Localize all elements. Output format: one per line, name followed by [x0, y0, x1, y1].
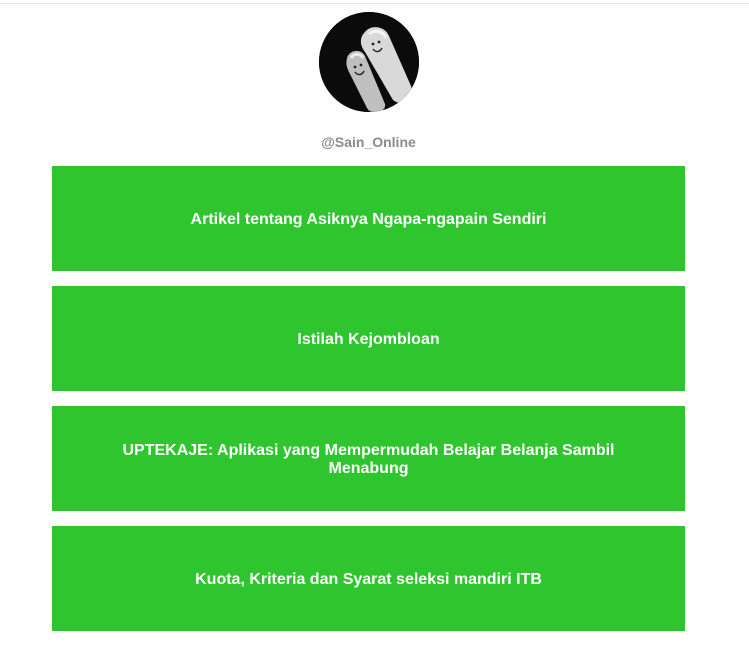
link-button-asiknya-sendiri[interactable]: Artikel tentang Asiknya Ngapa-ngapain Se…	[52, 166, 685, 271]
link-label: Kuota, Kriteria dan Syarat seleksi mandi…	[195, 570, 542, 588]
profile-username: @Sain_Online	[321, 134, 416, 150]
link-label: UPTEKAJE: Aplikasi yang Mempermudah Bela…	[122, 441, 615, 477]
link-button-uptekaje[interactable]: UPTEKAJE: Aplikasi yang Mempermudah Bela…	[52, 406, 685, 511]
avatar	[319, 12, 419, 112]
top-divider	[0, 3, 749, 4]
link-list: Artikel tentang Asiknya Ngapa-ngapain Se…	[52, 166, 685, 646]
link-button-seleksi-mandiri-itb[interactable]: Kuota, Kriteria dan Syarat seleksi mandi…	[52, 526, 685, 631]
finger-faces-icon	[319, 12, 419, 112]
link-button-istilah-kejombloan[interactable]: Istilah Kejombloan	[52, 286, 685, 391]
link-label: Artikel tentang Asiknya Ngapa-ngapain Se…	[190, 210, 547, 228]
link-label: Istilah Kejombloan	[297, 330, 440, 348]
